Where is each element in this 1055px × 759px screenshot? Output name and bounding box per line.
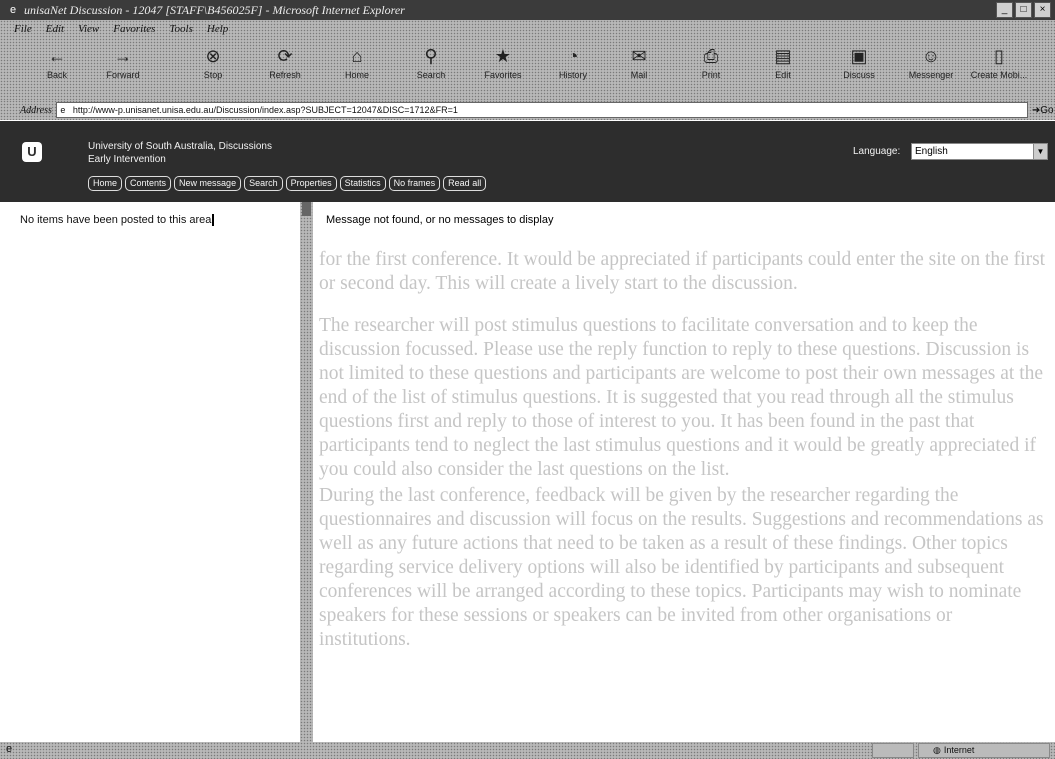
- search-icon: ⚲: [424, 46, 438, 66]
- menu-tools[interactable]: Tools: [169, 23, 192, 35]
- nav-new-message-button[interactable]: New message: [174, 176, 242, 191]
- refresh-icon: ⟳: [277, 46, 293, 66]
- page-status-icon: e: [6, 743, 13, 755]
- empty-list-message: No items have been posted to this area: [20, 214, 215, 227]
- printer-icon: ⎙: [703, 46, 719, 66]
- title-bar: e unisaNet Discussion - 12047 [STAFF\B45…: [0, 0, 1055, 20]
- stop-button[interactable]: ⊗ Stop: [184, 46, 242, 80]
- menu-bar: File Edit View Favorites Tools Help: [0, 20, 1055, 38]
- history-button[interactable]: ◔ History: [544, 46, 602, 80]
- background-text-paragraph: The researcher will post stimulus questi…: [319, 315, 1044, 480]
- forward-arrow-icon: →: [114, 46, 132, 66]
- history-icon: ◔: [567, 46, 579, 66]
- chevron-down-icon: ▼: [1033, 144, 1047, 159]
- globe-icon: ◍: [933, 745, 941, 755]
- menu-edit[interactable]: Edit: [46, 23, 64, 35]
- background-text-paragraph: During the last conference, feedback wil…: [319, 485, 1044, 650]
- toolbar: ← Back → Forward ⊗ Stop ⟳ Refresh ⌂ Home ⚲ Sea…: [0, 38, 1055, 100]
- nav-no-frames-button[interactable]: No frames: [388, 176, 441, 191]
- site-header: U University of South Australia, Discuss…: [0, 121, 1055, 202]
- discuss-icon: ▣: [850, 46, 868, 66]
- back-button[interactable]: ← Back: [28, 46, 86, 80]
- nav-buttons: Home Contents New message Search Propert…: [88, 176, 487, 191]
- status-zone-blank: [872, 743, 914, 758]
- site-subtitle: Early Intervention: [88, 154, 166, 165]
- home-icon: ⌂: [351, 46, 363, 66]
- home-button[interactable]: ⌂ Home: [328, 46, 386, 80]
- minimize-button[interactable]: _: [996, 2, 1013, 18]
- frame-splitter[interactable]: [300, 202, 313, 742]
- page-icon: e: [60, 105, 66, 115]
- menu-view[interactable]: View: [78, 23, 99, 35]
- background-text-paragraph: for the first conference. It would be ap…: [319, 249, 1046, 294]
- no-message-notice: Message not found, or no messages to dis…: [326, 214, 554, 226]
- messenger-icon: ☺: [921, 46, 941, 66]
- message-pane: for the first conference. It would be ap…: [313, 202, 1055, 742]
- menu-file[interactable]: File: [14, 23, 32, 35]
- print-button[interactable]: ⎙ Print: [682, 46, 740, 80]
- address-url: http://www-p.unisanet.unisa.edu.au/Discu…: [72, 105, 458, 115]
- security-zone: ◍ Internet: [918, 743, 1050, 758]
- favorites-button[interactable]: ★ Favorites: [474, 46, 532, 80]
- refresh-button[interactable]: ⟳ Refresh: [256, 46, 314, 80]
- stop-icon: ⊗: [205, 46, 221, 66]
- ie-icon: e: [9, 4, 17, 16]
- back-arrow-icon: ←: [48, 46, 66, 66]
- nav-home-button[interactable]: Home: [88, 176, 123, 191]
- go-button[interactable]: ➜Go: [1032, 105, 1054, 116]
- nav-search-button[interactable]: Search: [244, 176, 283, 191]
- window-controls: _ □ ×: [996, 2, 1051, 18]
- address-input[interactable]: e http://www-p.unisanet.unisa.edu.au/Dis…: [55, 102, 1028, 118]
- mail-icon: ✉: [631, 46, 647, 66]
- text-cursor: [212, 214, 215, 227]
- language-label: Language:: [853, 146, 901, 157]
- maximize-button[interactable]: □: [1015, 2, 1032, 18]
- status-bar: e ◍ Internet: [0, 742, 1055, 759]
- create-mobile-button[interactable]: ▯ Create Mobi...: [968, 46, 1030, 80]
- scrollbar-thumb[interactable]: [302, 202, 311, 216]
- edit-icon: ▤: [774, 46, 792, 66]
- site-title: University of South Australia, Discussio…: [88, 141, 272, 152]
- close-button[interactable]: ×: [1034, 2, 1051, 18]
- address-bar: Address e http://www-p.unisanet.unisa.ed…: [0, 100, 1055, 120]
- favorites-icon: ★: [494, 46, 512, 66]
- mail-button[interactable]: ✉ Mail: [610, 46, 668, 80]
- window-title: unisaNet Discussion - 12047 [STAFF\B4560…: [24, 2, 405, 17]
- go-arrow-icon: ➜: [1031, 104, 1041, 116]
- language-select[interactable]: English ▼: [911, 143, 1048, 160]
- messenger-button[interactable]: ☺ Messenger: [902, 46, 960, 80]
- nav-contents-button[interactable]: Contents: [125, 176, 172, 191]
- menu-help[interactable]: Help: [207, 23, 228, 35]
- search-button[interactable]: ⚲ Search: [402, 46, 460, 80]
- nav-properties-button[interactable]: Properties: [285, 176, 337, 191]
- discuss-button[interactable]: ▣ Discuss: [830, 46, 888, 80]
- language-value: English: [915, 146, 948, 157]
- nav-read-all-button[interactable]: Read all: [443, 176, 487, 191]
- edit-button[interactable]: ▤ Edit: [754, 46, 812, 80]
- forward-button[interactable]: → Forward: [94, 46, 152, 80]
- address-label: Address: [20, 104, 52, 116]
- nav-statistics-button[interactable]: Statistics: [339, 176, 386, 191]
- university-logo-icon: U: [22, 142, 42, 162]
- topic-list-pane: No items have been posted to this area: [0, 202, 300, 742]
- menu-favorites[interactable]: Favorites: [113, 23, 155, 35]
- mobile-page-icon: ▯: [994, 46, 1004, 66]
